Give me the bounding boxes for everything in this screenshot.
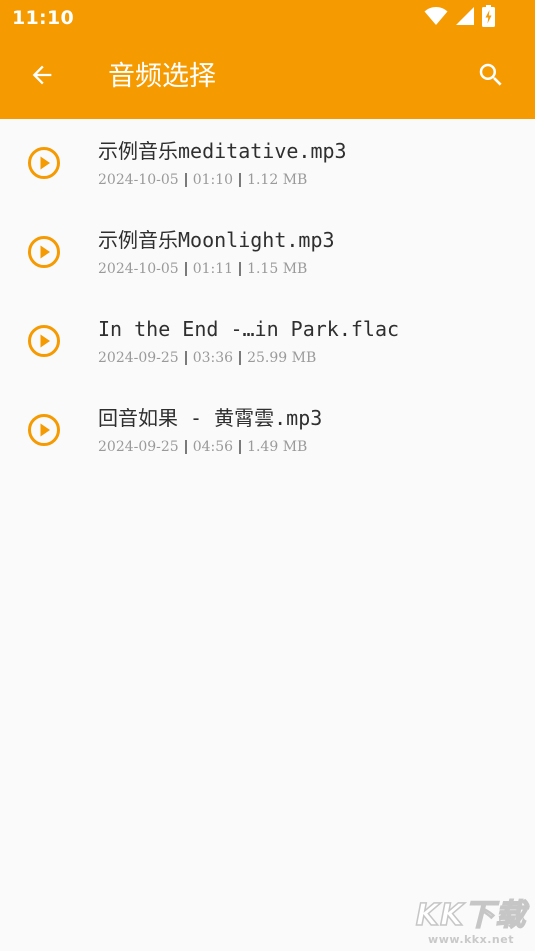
file-duration: 01:10 (192, 172, 234, 188)
divider (184, 351, 187, 365)
back-button[interactable] (22, 57, 62, 97)
battery-charging-icon (482, 5, 495, 31)
file-name: 示例音乐meditative.mp3 (98, 139, 347, 163)
list-item[interactable]: 示例音乐meditative.mp3 2024-10-05 01:10 1.12… (0, 119, 535, 208)
file-date: 2024-10-05 (98, 261, 179, 277)
play-circle-icon[interactable] (27, 146, 61, 180)
play-circle-icon[interactable] (27, 413, 61, 447)
file-size: 1.12 MB (247, 172, 308, 188)
file-name: In the End -…in Park.flac (98, 317, 400, 341)
watermark-url: www.kkx.net (428, 933, 514, 946)
list-item[interactable]: 回音如果 - 黄霄雲.mp3 2024-09-25 04:56 1.49 MB (0, 386, 535, 475)
file-size: 25.99 MB (247, 350, 317, 366)
divider (184, 262, 187, 276)
divider (239, 440, 242, 454)
watermark: KK下载 www.kkx.net (411, 898, 531, 949)
status-icons (424, 5, 495, 31)
status-bar: 11:10 (0, 0, 535, 36)
page-title: 音频选择 (108, 61, 216, 92)
play-circle-icon[interactable] (27, 324, 61, 358)
status-time: 11:10 (12, 7, 74, 29)
divider (239, 351, 242, 365)
file-meta: 2024-09-25 04:56 1.49 MB (98, 439, 307, 455)
file-duration: 01:11 (192, 261, 234, 277)
file-size: 1.15 MB (247, 261, 308, 277)
divider (239, 262, 242, 276)
divider (184, 173, 187, 187)
signal-icon (455, 6, 475, 30)
file-duration: 04:56 (192, 439, 234, 455)
play-circle-icon[interactable] (27, 235, 61, 269)
divider (184, 440, 187, 454)
file-date: 2024-09-25 (98, 350, 179, 366)
file-meta: 2024-10-05 01:10 1.12 MB (98, 172, 307, 188)
search-button[interactable] (471, 57, 511, 97)
search-icon (476, 60, 506, 94)
file-size: 1.49 MB (247, 439, 308, 455)
audio-file-list: 示例音乐meditative.mp3 2024-10-05 01:10 1.12… (0, 119, 535, 475)
arrow-back-icon (28, 61, 56, 93)
list-item[interactable]: 示例音乐Moonlight.mp3 2024-10-05 01:11 1.15 … (0, 208, 535, 297)
file-name: 回音如果 - 黄霄雲.mp3 (98, 406, 323, 430)
app-bar: 音频选择 (0, 36, 535, 119)
file-duration: 03:36 (192, 350, 234, 366)
divider (239, 173, 242, 187)
file-date: 2024-10-05 (98, 172, 179, 188)
wifi-icon (424, 6, 448, 30)
list-item[interactable]: In the End -…in Park.flac 2024-09-25 03:… (0, 297, 535, 386)
watermark-logo: KK下载 (415, 898, 527, 934)
file-date: 2024-09-25 (98, 439, 179, 455)
file-meta: 2024-09-25 03:36 25.99 MB (98, 350, 316, 366)
file-meta: 2024-10-05 01:11 1.15 MB (98, 261, 307, 277)
file-name: 示例音乐Moonlight.mp3 (98, 228, 335, 252)
